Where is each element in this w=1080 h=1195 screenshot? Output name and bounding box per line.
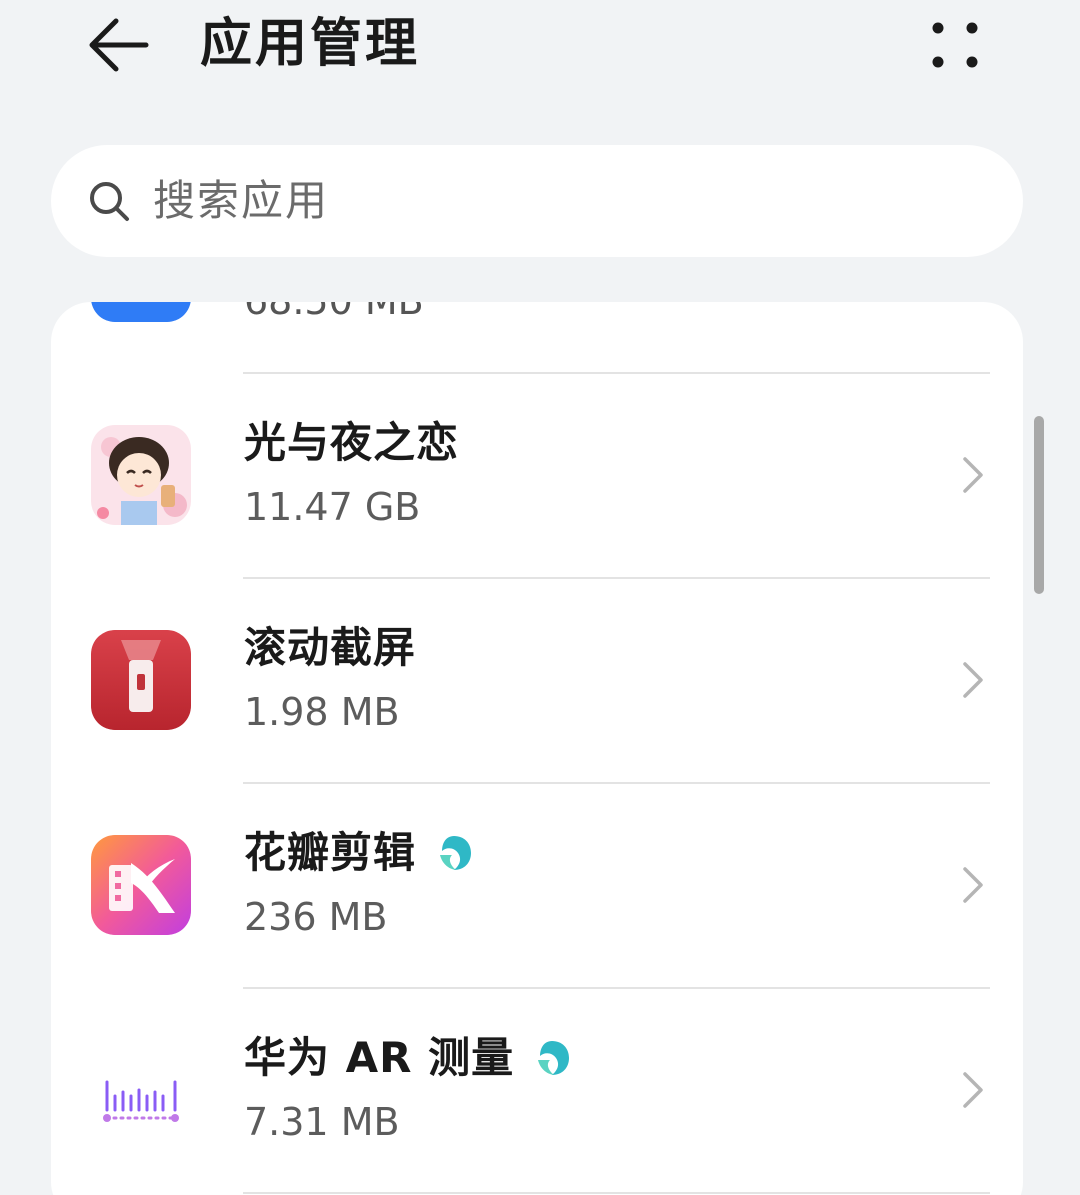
search-placeholder: 搜索应用 xyxy=(153,176,330,225)
app-name: 华为 AR 测量 xyxy=(244,1030,572,1086)
ar-measure-icon xyxy=(91,1040,191,1140)
list-item-guang-yu-ye[interactable]: 光与夜之恋 11.47 GB xyxy=(51,373,1023,577)
app-name: 光与夜之恋 xyxy=(244,418,460,467)
list-item-ar-measure[interactable]: 华为 AR 测量 7.31 MB xyxy=(51,988,1023,1192)
app-size: 7.31 MB xyxy=(244,1100,400,1144)
scroll-screenshot-icon xyxy=(91,630,191,730)
divider xyxy=(243,1192,990,1194)
more-options-button[interactable] xyxy=(920,10,990,80)
back-button[interactable] xyxy=(80,10,156,80)
partial-app-icon xyxy=(91,302,191,322)
app-bar: 应用管理 xyxy=(0,0,1080,110)
app-name: 花瓣剪辑 xyxy=(244,825,474,881)
back-arrow-icon xyxy=(89,18,149,72)
app-size: 11.47 GB xyxy=(244,485,421,529)
chevron-right-icon xyxy=(963,457,983,493)
chevron-right-icon xyxy=(963,1072,983,1108)
verified-badge-icon xyxy=(538,1041,570,1075)
chevron-right-icon xyxy=(963,662,983,698)
verified-badge-icon xyxy=(440,836,472,870)
app-name: 滚动截屏 xyxy=(244,623,417,672)
page-title: 应用管理 xyxy=(200,14,421,74)
search-bar[interactable]: 搜索应用 xyxy=(51,145,1023,257)
list-item-scroll-screenshot[interactable]: 滚动截屏 1.98 MB xyxy=(51,578,1023,782)
app-size: 236 MB xyxy=(244,895,388,939)
list-item-petal-clip[interactable]: 花瓣剪辑 236 MB xyxy=(51,783,1023,987)
more-dots-icon xyxy=(932,22,978,68)
app-list: 68.50 MB 光与夜之恋 11.47 GB xyxy=(51,302,1023,1195)
scrollbar[interactable] xyxy=(1034,416,1044,594)
petal-clip-icon xyxy=(91,835,191,935)
search-icon xyxy=(90,182,129,221)
guang-yu-ye-zhi-lian-icon xyxy=(91,425,191,525)
chevron-right-icon xyxy=(963,867,983,903)
partial-app-size: 68.50 MB xyxy=(244,302,424,326)
app-size: 1.98 MB xyxy=(244,690,400,734)
